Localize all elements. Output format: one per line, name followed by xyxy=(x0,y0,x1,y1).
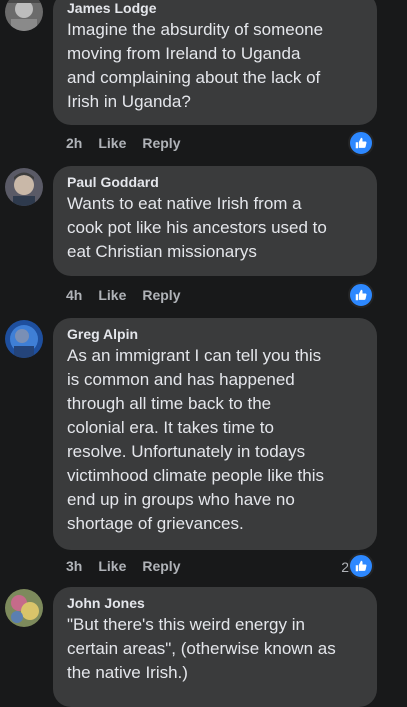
thumbs-up-icon[interactable] xyxy=(348,553,374,579)
like-button[interactable]: Like xyxy=(98,556,126,576)
comment-timestamp[interactable]: 3h xyxy=(66,556,82,576)
comment-author[interactable]: Paul Goddard xyxy=(67,174,365,190)
comment-bubble: John Jones "But there's this weird energ… xyxy=(53,587,377,707)
comment-bubble: James Lodge Imagine the absurdity of som… xyxy=(53,0,377,125)
comment-text: Imagine the absurdity of someone moving … xyxy=(67,20,324,111)
comment-author[interactable]: John Jones xyxy=(67,595,365,611)
comment-actions: 3h Like Reply xyxy=(66,556,180,576)
comment-timestamp[interactable]: 2h xyxy=(66,133,82,153)
comment-author[interactable]: James Lodge xyxy=(67,0,365,16)
thumbs-up-icon[interactable] xyxy=(348,282,374,308)
thumbs-up-icon[interactable] xyxy=(348,130,374,156)
avatar[interactable] xyxy=(5,589,43,627)
reply-button[interactable]: Reply xyxy=(142,133,180,153)
comment-actions: 2h Like Reply xyxy=(66,133,180,153)
comment-text: "But there's this weird energy in certai… xyxy=(67,615,336,682)
like-button[interactable]: Like xyxy=(98,285,126,305)
avatar[interactable] xyxy=(5,0,43,31)
like-button[interactable]: Like xyxy=(98,133,126,153)
reply-button[interactable]: Reply xyxy=(142,556,180,576)
reply-button[interactable]: Reply xyxy=(142,285,180,305)
comment-text: As an immigrant I can tell you this is c… xyxy=(67,346,325,533)
comment-actions: 4h Like Reply xyxy=(66,285,180,305)
comment-text: Wants to eat native Irish from a cook po… xyxy=(67,194,327,261)
comment-timestamp[interactable]: 4h xyxy=(66,285,82,305)
avatar[interactable] xyxy=(5,320,43,358)
comment-author[interactable]: Greg Alpin xyxy=(67,326,365,342)
comment-bubble: Paul Goddard Wants to eat native Irish f… xyxy=(53,166,377,276)
avatar[interactable] xyxy=(5,168,43,206)
comment-bubble: Greg Alpin As an immigrant I can tell yo… xyxy=(53,318,377,550)
